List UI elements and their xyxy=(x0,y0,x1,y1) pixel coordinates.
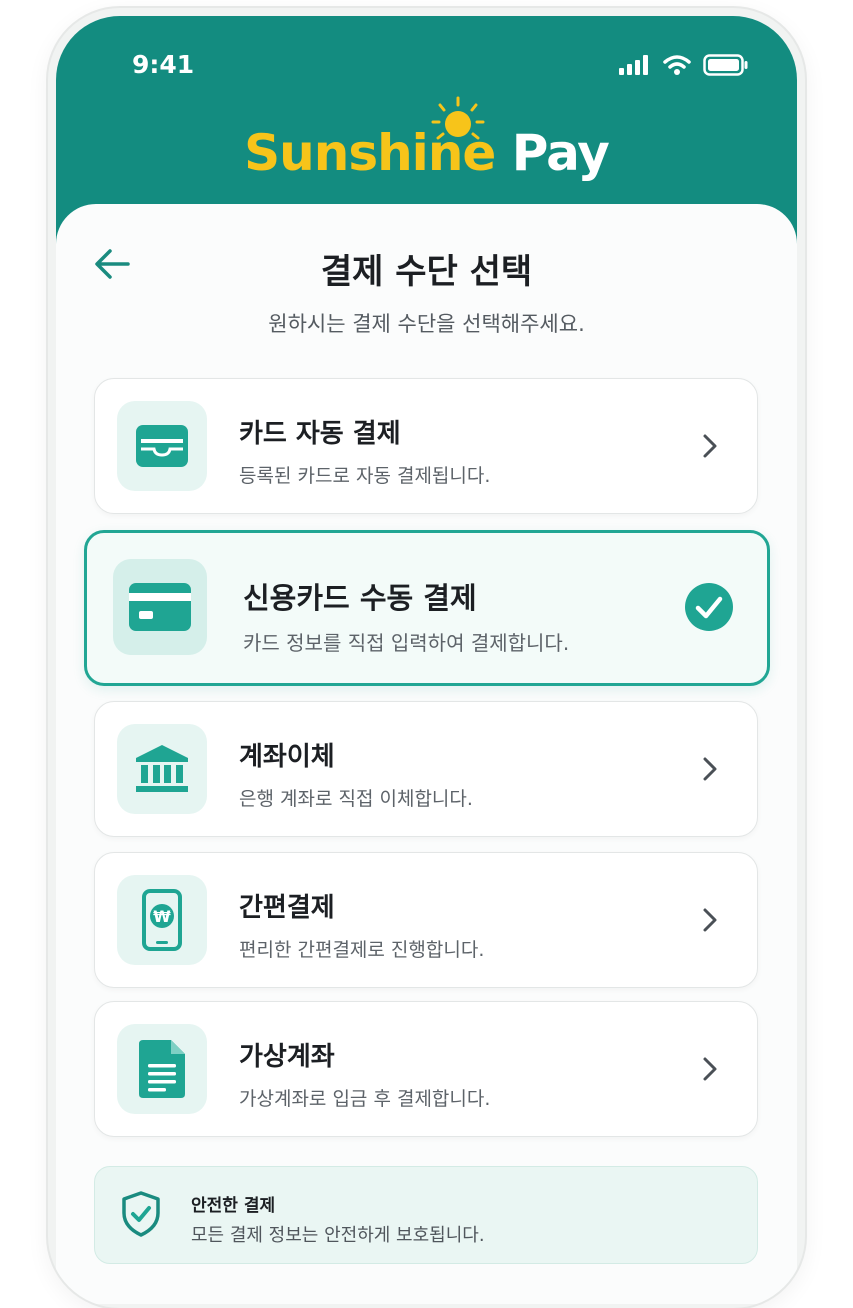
page-title: 결제 수단 선택 xyxy=(320,252,533,292)
credit-card-icon xyxy=(129,583,191,631)
option-card-auto-pay[interactable]: 카드 자동 결제 등록된 카드로 자동 결제됩니다. xyxy=(94,378,758,514)
chevron-right-icon xyxy=(703,757,717,781)
option-virtual-account[interactable]: 가상계좌 가상계좌로 입금 후 결제합니다. xyxy=(94,1001,758,1137)
secure-title: 안전한 결제 xyxy=(191,1196,276,1216)
option-desc: 은행 계좌로 직접 이체합니다. xyxy=(239,788,473,810)
secure-payment-notice: 안전한 결제 모든 결제 정보는 안전하게 보호됩니다. xyxy=(94,1166,758,1264)
option-bank-transfer[interactable]: 계좌이체 은행 계좌로 직접 이체합니다. xyxy=(94,701,758,837)
chevron-right-icon xyxy=(703,908,717,932)
chevron-right-icon xyxy=(703,434,717,458)
option-easy-pay[interactable]: ₩ 간편결제 편리한 간편결제로 진행합니다. xyxy=(94,852,758,988)
option-desc: 가상계좌로 입금 후 결제합니다. xyxy=(239,1088,491,1110)
mobile-won-icon: ₩ xyxy=(142,889,182,951)
document-icon xyxy=(139,1040,185,1098)
option-title: 신용카드 수동 결제 xyxy=(243,581,477,615)
option-credit-card-manual[interactable]: 신용카드 수동 결제 카드 정보를 직접 입력하여 결제합니다. xyxy=(84,530,770,686)
svg-text:₩: ₩ xyxy=(153,907,171,926)
option-title: 계좌이체 xyxy=(239,742,335,772)
phone-frame: 9:41 Sunshine Pay 결제 수단 선택 원하시는 결제 수단을 선… xyxy=(48,8,805,1308)
status-time: 9:41 xyxy=(132,50,195,79)
option-title: 가상계좌 xyxy=(239,1042,335,1072)
payment-sheet: 결제 수단 선택 원하시는 결제 수단을 선택해주세요. 카드 자동 결제 등록… xyxy=(56,204,797,1304)
option-desc: 등록된 카드로 자동 결제됩니다. xyxy=(239,465,491,487)
shield-check-icon xyxy=(122,1191,160,1237)
signal-icon xyxy=(619,55,648,75)
option-desc: 편리한 간편결제로 진행합니다. xyxy=(239,939,485,961)
battery-icon xyxy=(703,54,748,76)
brand-logo: Sunshine Pay xyxy=(56,124,797,182)
page-subtitle: 원하시는 결제 수단을 선택해주세요. xyxy=(268,312,585,336)
option-icon-box xyxy=(117,1024,207,1114)
option-icon-box: ₩ xyxy=(117,875,207,965)
option-title: 카드 자동 결제 xyxy=(239,419,401,449)
wallet-icon xyxy=(136,425,188,467)
option-icon-box xyxy=(117,401,207,491)
wifi-icon xyxy=(663,55,691,75)
option-title: 간편결제 xyxy=(239,893,335,923)
secure-desc: 모든 결제 정보는 안전하게 보호됩니다. xyxy=(191,1225,485,1246)
chevron-right-icon xyxy=(703,1057,717,1081)
option-icon-box xyxy=(113,559,207,655)
logo-pay-text: Pay xyxy=(511,124,610,182)
check-circle-icon xyxy=(685,583,733,631)
logo-sunshine-text: Sunshine xyxy=(244,124,496,182)
option-icon-box xyxy=(117,724,207,814)
bank-icon xyxy=(136,745,188,792)
status-icons xyxy=(619,54,749,76)
option-desc: 카드 정보를 직접 입력하여 결제합니다. xyxy=(243,631,570,655)
